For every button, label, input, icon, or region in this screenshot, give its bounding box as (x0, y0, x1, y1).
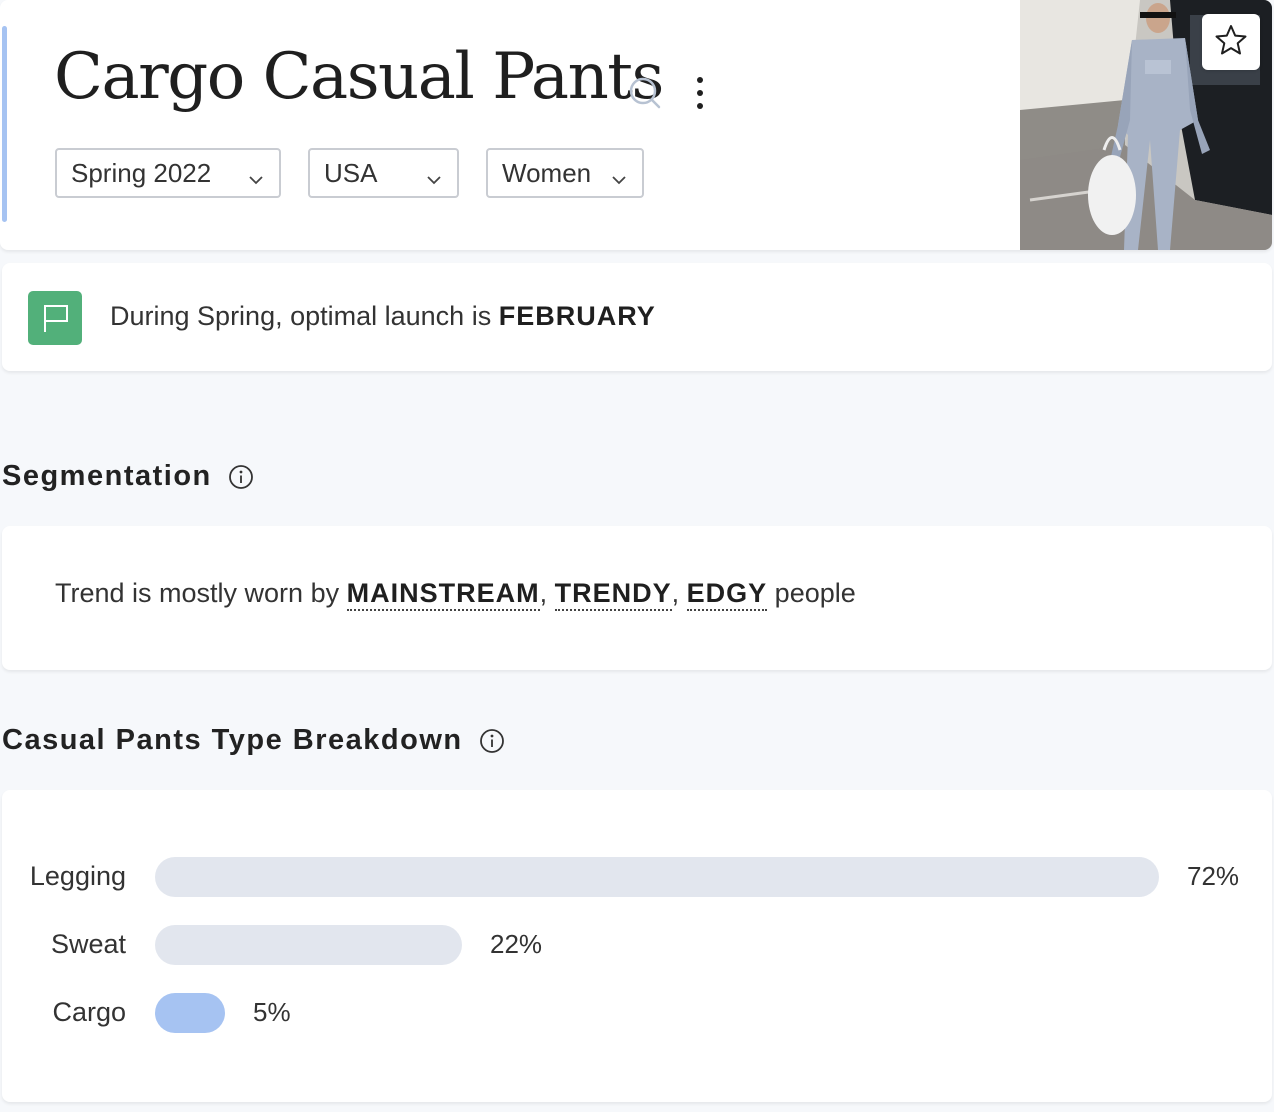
bar-label: Sweat (50, 929, 126, 959)
info-icon[interactable] (228, 464, 254, 490)
bar (155, 993, 225, 1033)
bar-value: 22% (490, 929, 543, 959)
segment-link-edgy[interactable]: EDGY (686, 578, 768, 611)
bar (155, 925, 462, 965)
launch-text: During Spring, optimal launch is FEBRUAR… (110, 301, 656, 332)
breakdown-row-cargo: Cargo 5% (2, 993, 1272, 1033)
segmentation-suffix: people (767, 578, 856, 608)
season-dropdown[interactable]: Spring 2022 (55, 148, 281, 198)
chevron-down-icon (610, 165, 628, 185)
breakdown-title-text: Casual Pants Type Breakdown (2, 724, 463, 756)
breakdown-card: Legging 72% Sweat 22% Cargo 5% (2, 790, 1272, 1102)
segmentation-prefix: Trend is mostly worn by (55, 578, 347, 608)
page-title: Cargo Casual Pants (54, 40, 664, 114)
bar-label: Cargo (52, 997, 126, 1027)
search-icon[interactable] (628, 76, 662, 110)
header-accent-bar (2, 26, 7, 222)
flag-icon (28, 291, 82, 345)
breakdown-row-sweat: Sweat 22% (2, 925, 1272, 965)
chevron-down-icon (425, 165, 443, 185)
bar-value: 72% (1187, 861, 1240, 891)
more-vertical-icon[interactable] (688, 74, 712, 114)
breakdown-row-legging: Legging 72% (2, 857, 1272, 897)
chevron-down-icon (247, 165, 265, 185)
launch-month: FEBRUARY (498, 301, 656, 331)
trend-header-card: Cargo Casual Pants Spring 2022 USA Women (0, 0, 1272, 250)
gender-dropdown[interactable]: Women (486, 148, 644, 198)
gender-dropdown-value: Women (502, 157, 592, 188)
favorite-button[interactable] (1202, 14, 1260, 70)
star-icon (1214, 23, 1248, 62)
info-icon[interactable] (479, 728, 505, 754)
segment-link-trendy[interactable]: TRENDY (554, 578, 672, 611)
segment-link-mainstream[interactable]: MAINSTREAM (346, 578, 540, 611)
segment-separator: , (671, 578, 687, 608)
segmentation-title: Segmentation (2, 460, 254, 493)
season-dropdown-value: Spring 2022 (71, 157, 212, 188)
bar (155, 857, 1159, 897)
country-dropdown[interactable]: USA (308, 148, 459, 198)
country-dropdown-value: USA (324, 157, 378, 188)
launch-recommendation-card: During Spring, optimal launch is FEBRUAR… (2, 263, 1272, 371)
segmentation-title-text: Segmentation (2, 460, 212, 492)
breakdown-title: Casual Pants Type Breakdown (2, 724, 505, 757)
segment-separator: , (539, 578, 555, 608)
segmentation-text: Trend is mostly worn by MAINSTREAM, TREN… (55, 578, 856, 611)
segmentation-card: Trend is mostly worn by MAINSTREAM, TREN… (2, 526, 1272, 670)
launch-prefix: During Spring, optimal launch is (110, 301, 499, 331)
bar-label: Legging (29, 861, 126, 891)
bar-value: 5% (253, 997, 291, 1027)
